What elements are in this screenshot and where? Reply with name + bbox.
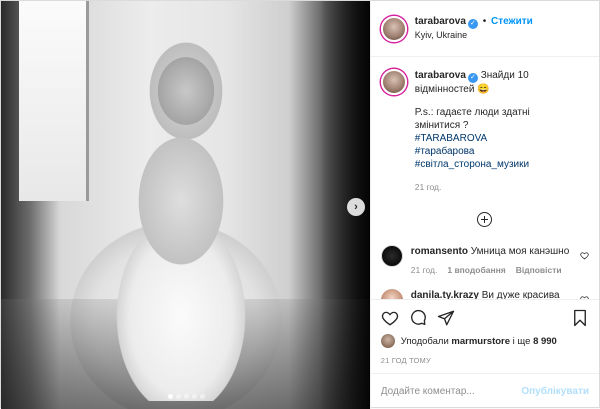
load-more-comments-button[interactable] xyxy=(381,212,589,227)
verified-badge-icon: ✓ xyxy=(467,73,478,83)
post-time: 21 ГОД ТОМУ xyxy=(380,356,431,365)
caption-time: 21 год. xyxy=(414,182,442,192)
comment-body: danila.ty.krazy Ви дуже красива xyxy=(411,289,571,299)
photo-figure xyxy=(96,31,266,401)
post-dialog: › tarabarova ✓ • Стежити Kyiv, Ukraine t… xyxy=(0,0,600,409)
heart-icon[interactable] xyxy=(381,309,399,327)
carousel-dots xyxy=(1,394,370,399)
bookmark-icon[interactable] xyxy=(571,309,589,327)
chevron-right-icon[interactable]: › xyxy=(347,198,365,216)
header-text: tarabarova ✓ • Стежити Kyiv, Ukraine xyxy=(415,15,533,42)
header-separator: • xyxy=(482,16,487,27)
comment-body: romansento Умница моя канэшно 21 год. 1 … xyxy=(411,245,571,277)
comment-input[interactable] xyxy=(380,386,522,397)
carousel-dot xyxy=(199,394,205,399)
smile-emoji-icon: 😄 xyxy=(477,84,490,95)
caption-body: tarabarova ✓ Знайди 10 відмінностей 😄 P.s… xyxy=(415,69,575,194)
caption-first-line: tarabarova ✓ Знайди 10 xyxy=(415,70,529,83)
add-comment-bar: Опублікувати xyxy=(370,373,599,409)
comment: romansento Умница моя канэшно 21 год. 1 … xyxy=(380,245,589,277)
likes-summary: Уподобали marmurstore і ще 8 990 xyxy=(380,334,589,348)
comment-meta: 21 год. 1 вподобання Відповісти xyxy=(411,264,571,277)
caption-username[interactable]: tarabarova xyxy=(415,70,466,81)
hashtag-link[interactable]: #TARABAROVA xyxy=(415,132,575,145)
comment-likes[interactable]: 1 вподобання xyxy=(447,264,505,277)
post-photo[interactable]: › xyxy=(1,1,370,409)
location-link[interactable]: Kyiv, Ukraine xyxy=(415,29,533,42)
header-username[interactable]: tarabarova xyxy=(415,16,466,27)
verified-badge-icon: ✓ xyxy=(467,19,478,29)
action-icons xyxy=(381,306,589,330)
follow-button[interactable]: Стежити xyxy=(491,16,533,27)
likes-connector: і ще xyxy=(512,335,531,347)
avatar[interactable] xyxy=(380,15,407,42)
likes-prefix: Уподобали xyxy=(400,335,449,347)
actions-bar: Уподобали marmurstore і ще 8 990 21 ГОД … xyxy=(370,299,599,373)
post-header: tarabarova ✓ • Стежити Kyiv, Ukraine xyxy=(370,1,599,57)
caption-text-line2-label: відмінностей xyxy=(414,84,475,95)
likes-count[interactable]: 8 990 xyxy=(533,336,557,347)
comment: danila.ty.krazy Ви дуже красива xyxy=(380,289,589,299)
caption-text-line1: Знайди 10 xyxy=(480,70,529,81)
caption-text-line2: відмінностей 😄 xyxy=(415,83,575,96)
likes-text: Уподобали marmurstore і ще 8 990 xyxy=(401,336,557,347)
comment-text: Ви дуже красива xyxy=(481,290,560,299)
hashtag-link[interactable]: #світла_сторона_музики xyxy=(415,158,575,171)
reply-button[interactable]: Відповісти xyxy=(516,264,562,277)
caption-avatar[interactable] xyxy=(380,69,407,95)
carousel-dot xyxy=(175,394,181,399)
post-side-panel: tarabarova ✓ • Стежити Kyiv, Ukraine tara… xyxy=(369,1,599,409)
photo-window xyxy=(19,1,89,201)
heart-icon[interactable] xyxy=(580,251,589,260)
carousel-dot xyxy=(183,394,189,399)
comment-avatar[interactable] xyxy=(380,245,403,267)
comment-username[interactable]: romansento xyxy=(411,246,468,257)
comment-time: 21 год. xyxy=(410,265,438,275)
hashtag-link[interactable]: #тарабарова xyxy=(415,145,575,158)
plus-circle-icon xyxy=(477,212,493,227)
share-icon[interactable] xyxy=(437,309,455,327)
publish-button[interactable]: Опублікувати xyxy=(521,386,589,397)
comments-area: tarabarova ✓ Знайди 10 відмінностей 😄 P.s… xyxy=(371,57,599,299)
caption-ps: P.s.: гадаєте люди здатні змінитися ? xyxy=(414,107,530,131)
carousel-dot xyxy=(167,394,173,399)
comment-username[interactable]: danila.ty.krazy xyxy=(411,290,479,299)
comment-text: Умница моя канэшно xyxy=(470,246,570,257)
avatar xyxy=(380,334,395,348)
caption: tarabarova ✓ Знайди 10 відмінностей 😄 P.s… xyxy=(380,69,589,194)
heart-icon[interactable] xyxy=(580,295,589,299)
comment-icon[interactable] xyxy=(409,309,427,327)
comment-avatar[interactable] xyxy=(380,289,403,299)
carousel-dot xyxy=(191,394,197,399)
likes-user[interactable]: marmurstore xyxy=(451,336,510,347)
